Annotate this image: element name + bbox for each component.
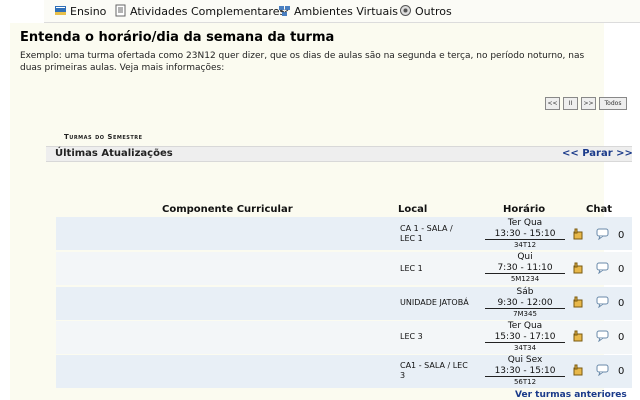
row-chat-count: 0 <box>618 298 625 309</box>
row-horario: Qui 7:30 - 11:10 5M1234 <box>480 252 570 284</box>
row-local: LEC 1 <box>400 264 423 273</box>
row-codigo: 56T12 <box>513 378 537 386</box>
hand-icon[interactable] <box>572 262 584 274</box>
row-dias: Qui Sex <box>507 355 543 365</box>
header-componente: Componente Curricular <box>162 204 293 215</box>
row-codigo: 34T34 <box>513 344 537 352</box>
row-local: CA1 - SALA / LEC 3 <box>400 361 468 380</box>
menu-ensino[interactable]: Ensino <box>54 4 106 20</box>
chat-bubble-icon[interactable] <box>596 228 610 240</box>
info-title: Entenda o horário/dia da semana da turma <box>20 30 335 45</box>
hand-icon[interactable] <box>572 364 584 376</box>
row-chat-count: 0 <box>618 366 625 377</box>
hand-icon[interactable] <box>572 228 584 240</box>
chat-bubble-icon[interactable] <box>596 262 610 274</box>
row-horario: Qui Sex 13:30 - 15:10 56T12 <box>480 355 570 387</box>
row-local: CA 1 - SALA / LEC 1 <box>400 224 453 243</box>
row-horario: Ter Qua 13:30 - 15:10 34T12 <box>480 218 570 250</box>
row-local: LEC 3 <box>400 332 423 341</box>
section-label-turmas: Turmas do Semestre <box>64 133 143 141</box>
menu-atividades-complementares[interactable]: Atividades Complementares <box>114 4 285 20</box>
menu-atividades-label: Atividades Complementares <box>130 5 286 18</box>
pager-all-button[interactable]: Todos <box>599 97 627 110</box>
row-horas: 13:30 - 15:10 <box>485 366 565 377</box>
hand-icon[interactable] <box>572 330 584 342</box>
menu-ambientes-virtuais[interactable]: Ambientes Virtuais <box>278 4 398 20</box>
previous-classes-link[interactable]: Ver turmas anteriores <box>515 390 627 400</box>
pager-next-button[interactable]: >> <box>581 97 596 110</box>
row-codigo: 7M345 <box>513 310 537 318</box>
row-horas: 9:30 - 12:00 <box>485 298 565 309</box>
row-chat-count: 0 <box>618 230 625 241</box>
tools-icon <box>400 5 411 16</box>
row-dias: Sáb <box>516 287 534 297</box>
row-horario: Ter Qua 15:30 - 17:10 34T34 <box>480 321 570 353</box>
document-icon <box>115 4 126 17</box>
updates-stop-link[interactable]: << Parar >> <box>562 148 633 159</box>
top-menu-bar: Ensino Atividades Complementares Ambient… <box>44 0 640 23</box>
menu-outros[interactable]: Outros <box>399 4 452 20</box>
header-local: Local <box>398 204 428 215</box>
info-description: Exemplo: uma turma ofertada como 23N12 q… <box>20 51 585 73</box>
row-chat-count: 0 <box>618 264 625 275</box>
row-horas: 15:30 - 17:10 <box>485 332 565 343</box>
menu-ensino-label: Ensino <box>70 5 107 18</box>
row-local: UNIDADE JATOBÁ <box>400 298 469 307</box>
row-horas: 13:30 - 15:10 <box>485 229 565 240</box>
menu-ambientes-label: Ambientes Virtuais <box>294 5 399 18</box>
row-codigo: 34T12 <box>513 241 537 249</box>
chat-bubble-icon[interactable] <box>596 364 610 376</box>
row-dias: Qui <box>517 252 533 262</box>
row-chat-count: 0 <box>618 332 625 343</box>
row-codigo: 5M1234 <box>510 275 540 283</box>
header-chat: Chat <box>586 204 612 215</box>
pager-first-button[interactable]: << <box>545 97 560 110</box>
row-horario: Sáb 9:30 - 12:00 7M345 <box>480 287 570 319</box>
updates-title: Últimas Atualizações <box>55 148 173 159</box>
header-horario: Horário <box>503 204 546 215</box>
row-dias: Ter Qua <box>507 218 543 228</box>
hand-icon[interactable] <box>572 296 584 308</box>
row-dias: Ter Qua <box>507 321 543 331</box>
menu-outros-label: Outros <box>415 5 452 18</box>
row-horas: 7:30 - 11:10 <box>485 263 565 274</box>
pager-pause-button[interactable]: II <box>563 97 578 110</box>
network-icon <box>279 6 290 16</box>
book-icon <box>55 6 66 15</box>
chat-bubble-icon[interactable] <box>596 330 610 342</box>
chat-bubble-icon[interactable] <box>596 296 610 308</box>
